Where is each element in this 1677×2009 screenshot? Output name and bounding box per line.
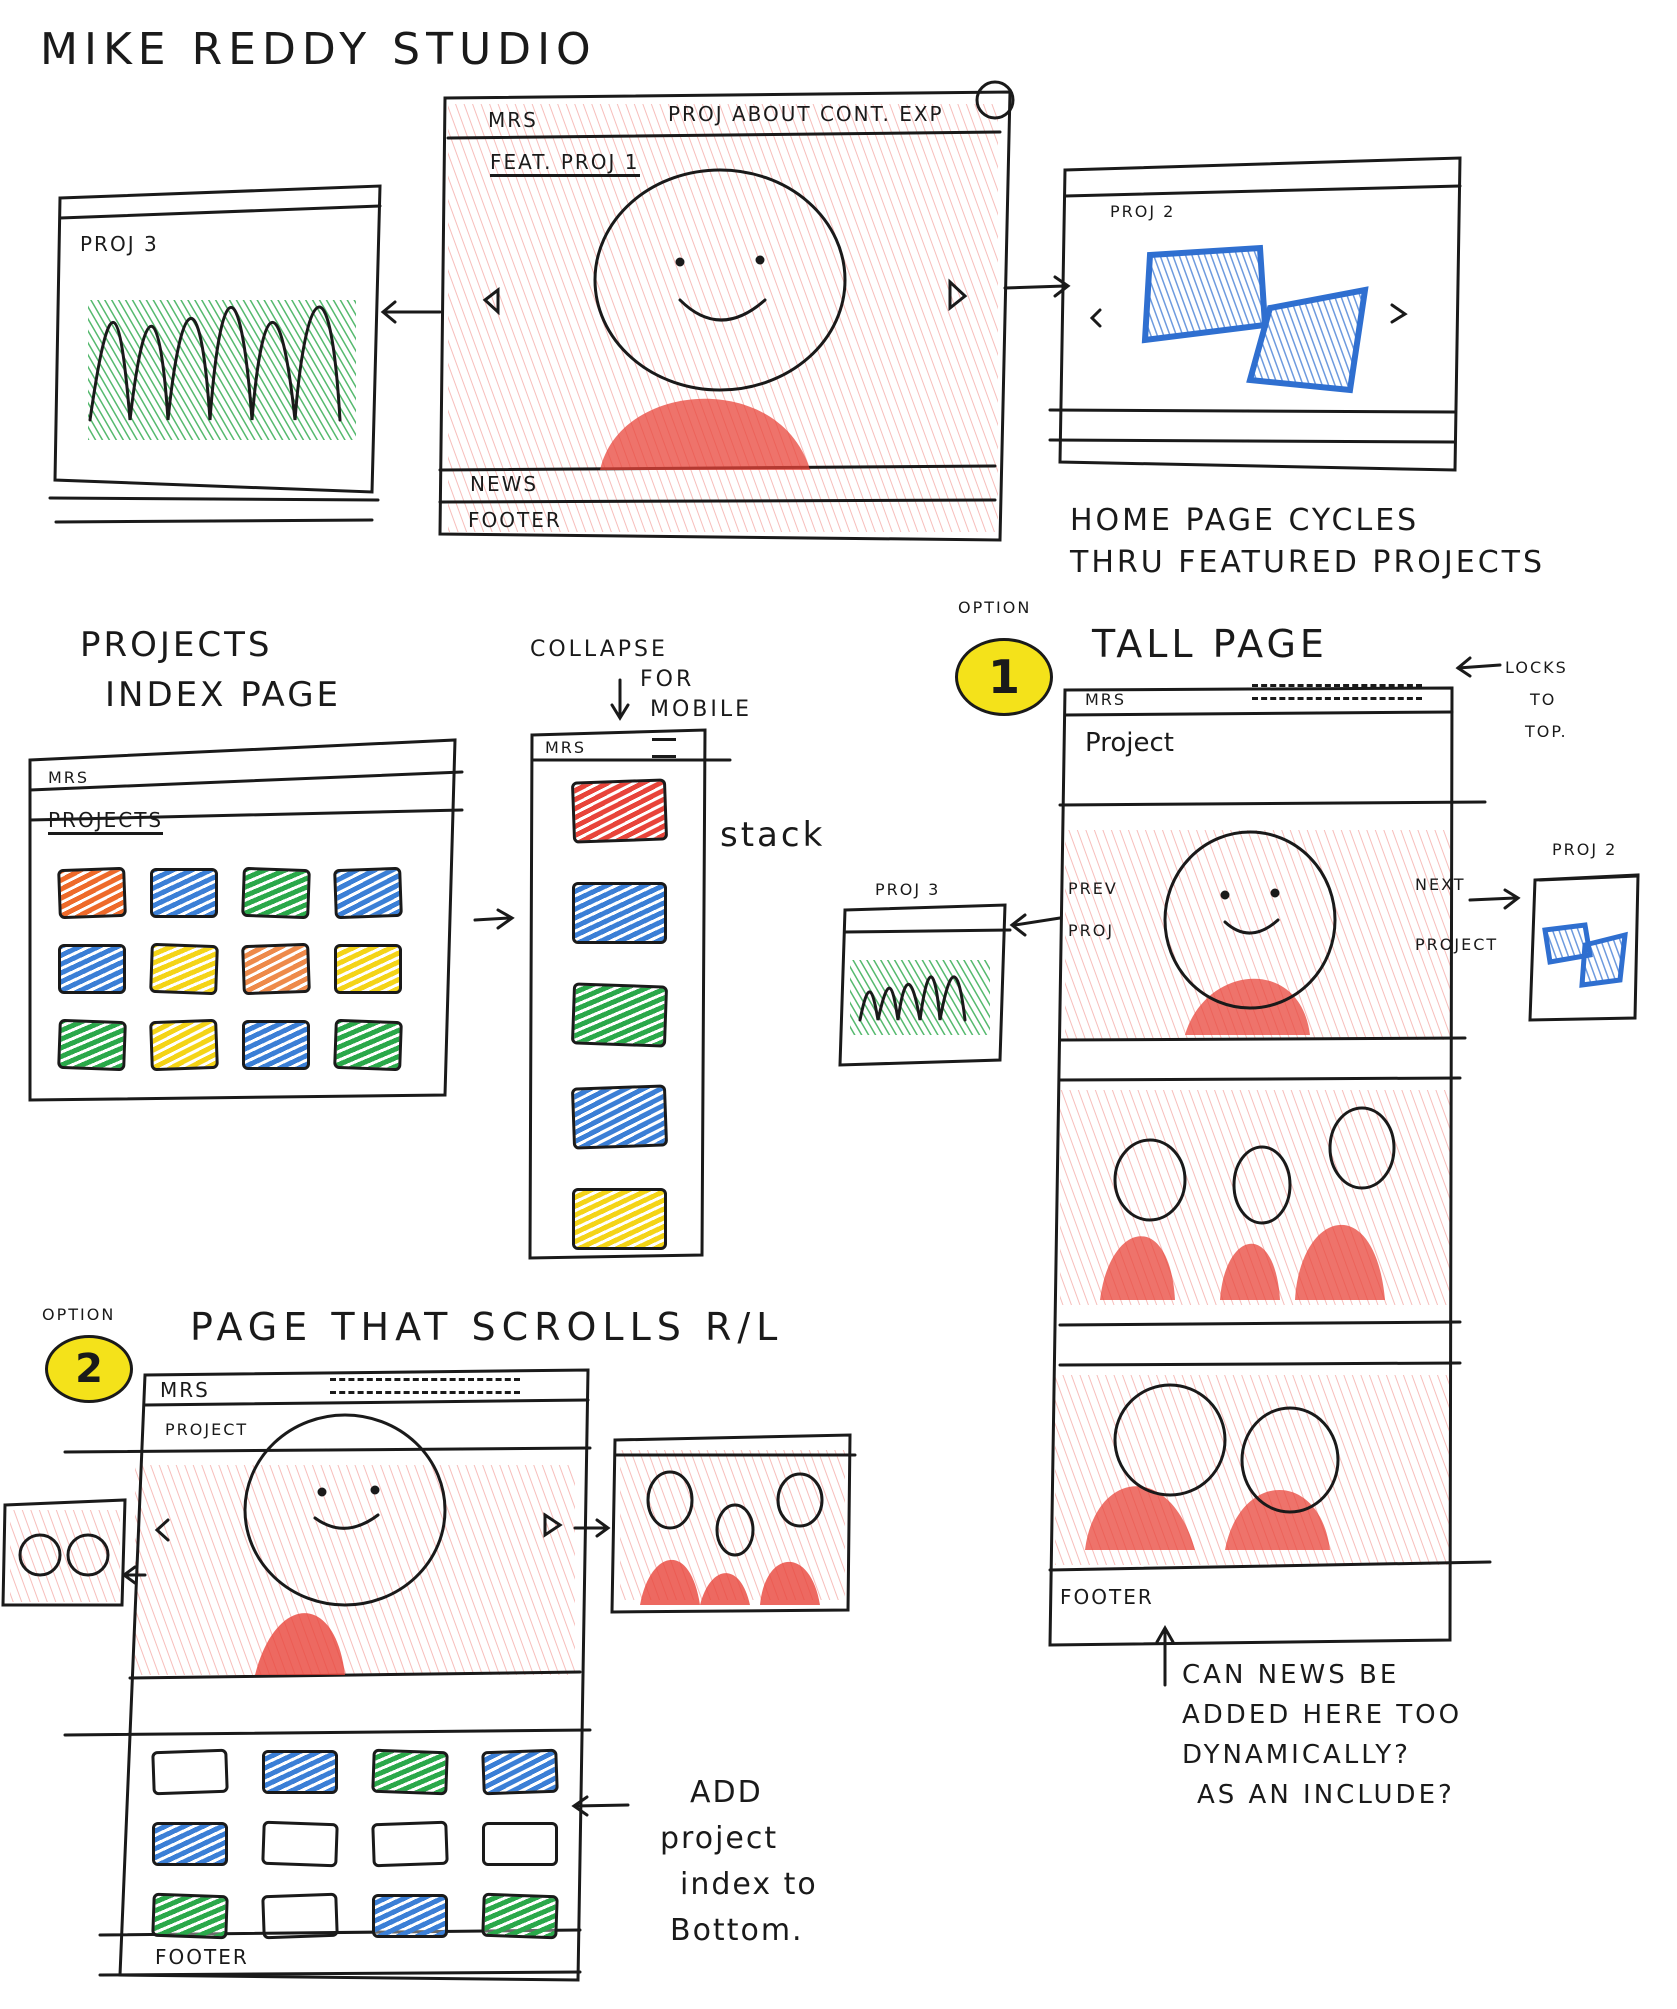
index-logo: MRS <box>48 768 90 787</box>
option2-tile[interactable] <box>261 1820 339 1868</box>
option1-next-line1: NEXT <box>1415 875 1466 894</box>
option1-project-label: Project <box>1085 728 1174 758</box>
option1-right-card <box>1528 873 1640 1022</box>
index-tile[interactable] <box>241 866 311 920</box>
index-tile[interactable] <box>57 866 127 920</box>
option2-logo: MRS <box>160 1378 210 1402</box>
option2-add-line1: ADD <box>690 1775 763 1810</box>
home-right-card-label: PROJ 2 <box>1110 202 1176 221</box>
sketch-title: MIKE REDDY STUDIO <box>40 24 597 75</box>
collapse-note-line3: MOBILE <box>650 697 753 722</box>
option1-question-line2: ADDED HERE TOO <box>1182 1700 1463 1730</box>
option2-tile[interactable] <box>481 1892 559 1940</box>
index-tile[interactable] <box>149 942 219 996</box>
home-news-label: NEWS <box>470 472 539 496</box>
option1-nav-icon[interactable] <box>1252 684 1422 700</box>
option2-tile[interactable] <box>261 1892 339 1940</box>
home-left-card-label: PROJ 3 <box>80 232 159 256</box>
option1-badge-number: 1 <box>987 650 1020 704</box>
index-heading-line2: INDEX PAGE <box>105 675 342 715</box>
collapse-note: COLLAPSE FOR MOBILE <box>530 635 752 725</box>
home-note-line2: THRU FEATURED PROJECTS <box>1070 545 1546 580</box>
stack-tile[interactable] <box>572 882 667 944</box>
option2-badge: 2 <box>45 1335 133 1403</box>
option2-badge-number: 2 <box>75 1346 103 1392</box>
option1-badge: 1 <box>955 638 1053 716</box>
option1-badge-label: OPTION <box>958 598 1032 617</box>
option2-tile[interactable] <box>151 1748 229 1796</box>
option2-tile[interactable] <box>372 1894 448 1938</box>
option2-tile-grid <box>151 1748 572 1940</box>
index-tile[interactable] <box>333 866 403 920</box>
option2-add-line3: index to <box>680 1867 818 1902</box>
index-tile[interactable] <box>150 868 218 918</box>
stack-tile[interactable] <box>570 982 669 1048</box>
index-tile[interactable] <box>149 1018 219 1072</box>
option1-question-line3: DYNAMICALLY? <box>1182 1740 1411 1770</box>
stack-tile[interactable] <box>570 778 669 844</box>
option2-tile[interactable] <box>371 1748 449 1796</box>
mobile-stack <box>570 778 669 1250</box>
option1-heading: TALL PAGE <box>1092 622 1328 666</box>
index-tile[interactable] <box>241 942 311 996</box>
option1-prev-line1: PREV <box>1068 879 1118 898</box>
option1-question: CAN NEWS BE ADDED HERE TOO DYNAMICALLY? … <box>1182 1655 1462 1815</box>
option1-next[interactable]: NEXT PROJECT <box>1415 855 1498 975</box>
option1-locks-note: LOCKS TO TOP. <box>1505 652 1568 748</box>
index-tile[interactable] <box>334 944 402 994</box>
index-heading-line1: PROJECTS <box>80 625 273 665</box>
option1-tall-frame <box>1009 656 1521 1687</box>
stack-label: stack <box>720 815 826 855</box>
option2-badge-label: OPTION <box>42 1305 116 1324</box>
option2-nav-icon[interactable] <box>330 1378 520 1394</box>
home-featured-label: FEAT. PROJ 1 <box>490 150 640 177</box>
option2-footer-label: FOOTER <box>155 1945 249 1969</box>
home-logo: MRS <box>488 108 538 132</box>
option2-tile[interactable] <box>262 1750 338 1794</box>
option2-left-card <box>1 1498 127 1607</box>
option2-add-line4: Bottom. <box>670 1913 804 1948</box>
collapse-note-line2: FOR <box>640 667 695 692</box>
option1-logo: MRS <box>1085 690 1127 709</box>
option2-tile[interactable] <box>482 1822 558 1866</box>
option1-prev[interactable]: PREV PROJ <box>1068 868 1118 952</box>
option1-footer-label: FOOTER <box>1060 1585 1154 1609</box>
option2-right-card <box>610 1433 857 1614</box>
collapse-note-line1: COLLAPSE <box>530 637 668 662</box>
index-heading: PROJECTS INDEX PAGE <box>80 620 341 720</box>
option1-locks-line1: LOCKS <box>1505 658 1568 677</box>
option2-add-line2: project <box>660 1821 779 1856</box>
option2-tile[interactable] <box>151 1892 229 1940</box>
index-tile[interactable] <box>242 1020 310 1070</box>
option1-left-card <box>838 903 1012 1067</box>
home-right-card <box>1003 156 1462 472</box>
index-tile[interactable] <box>333 1018 403 1072</box>
mobile-menu-icon[interactable] <box>652 738 676 758</box>
option2-tile[interactable] <box>371 1820 449 1868</box>
option2-project-label: PROJECT <box>165 1420 249 1439</box>
index-tile[interactable] <box>58 944 126 994</box>
home-note-line1: HOME PAGE CYCLES <box>1070 503 1420 538</box>
option1-left-card-label: PROJ 3 <box>875 880 941 899</box>
option2-heading: PAGE THAT SCROLLS R/L <box>190 1305 784 1349</box>
option1-question-line1: CAN NEWS BE <box>1182 1660 1400 1690</box>
option1-next-line2: PROJECT <box>1415 935 1499 954</box>
home-note: HOME PAGE CYCLES THRU FEATURED PROJECTS <box>1070 500 1545 584</box>
stack-tile[interactable] <box>572 1188 667 1250</box>
index-tile[interactable] <box>57 1018 127 1072</box>
home-footer-label: FOOTER <box>468 508 562 532</box>
option1-right-card-label: PROJ 2 <box>1552 840 1618 859</box>
index-projects-label: PROJECTS <box>48 808 164 835</box>
option1-question-line4: AS AN INCLUDE? <box>1197 1780 1455 1810</box>
option1-locks-line2: TO <box>1530 690 1557 709</box>
option1-prev-line2: PROJ <box>1068 921 1115 940</box>
option2-tile[interactable] <box>481 1748 559 1796</box>
index-tile-grid <box>57 866 418 1072</box>
stack-tile[interactable] <box>570 1084 669 1150</box>
option2-add-note: ADD project index to Bottom. <box>650 1770 818 1954</box>
option1-locks-line3: TOP. <box>1525 722 1568 741</box>
home-nav[interactable]: PROJ ABOUT CONT. EXP <box>668 102 944 126</box>
option2-tile[interactable] <box>152 1822 228 1866</box>
mobile-logo: MRS <box>545 738 587 757</box>
